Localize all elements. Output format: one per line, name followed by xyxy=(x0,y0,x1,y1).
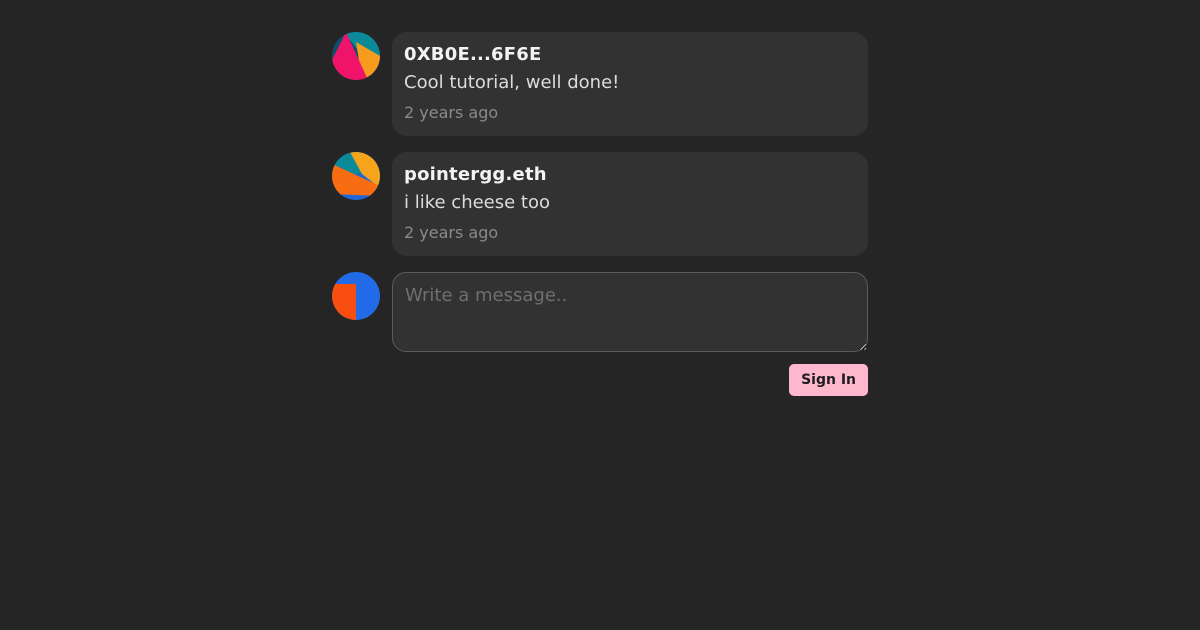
avatar[interactable] xyxy=(332,32,380,80)
current-user-avatar xyxy=(332,272,380,320)
comment-text: Cool tutorial, well done! xyxy=(404,72,620,93)
sign-in-button[interactable]: Sign In xyxy=(789,364,868,396)
comment-item: pointergg.eth i like cheese too 2 years … xyxy=(332,152,868,256)
comment-timestamp: 2 years ago xyxy=(404,223,499,242)
identicon-icon xyxy=(332,272,380,320)
message-input[interactable] xyxy=(392,272,868,352)
composer-actions: Sign In xyxy=(332,364,868,396)
comment-item: 0XB0E...6F6E Cool tutorial, well done! 2… xyxy=(332,32,868,136)
identicon-icon xyxy=(332,32,380,80)
comment-bubble: 0XB0E...6F6E Cool tutorial, well done! 2… xyxy=(392,32,868,136)
avatar[interactable] xyxy=(332,152,380,200)
identicon-icon xyxy=(332,152,380,200)
comment-author[interactable]: pointergg.eth xyxy=(404,162,856,188)
comment-text: i like cheese too xyxy=(404,192,551,213)
comment-author[interactable]: 0XB0E...6F6E xyxy=(404,42,856,68)
comment-timestamp: 2 years ago xyxy=(404,103,499,122)
comment-bubble: pointergg.eth i like cheese too 2 years … xyxy=(392,152,868,256)
message-composer xyxy=(332,272,868,352)
comment-thread: 0XB0E...6F6E Cool tutorial, well done! 2… xyxy=(332,32,868,396)
